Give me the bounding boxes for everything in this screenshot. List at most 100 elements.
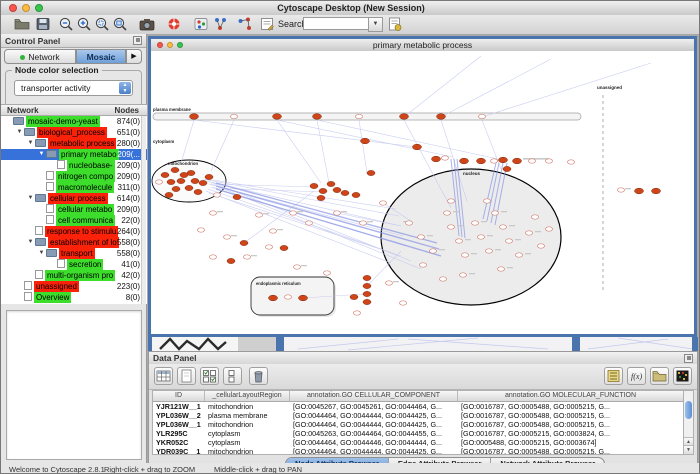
tree-expand-arrow-icon[interactable]: ▼: [26, 138, 35, 149]
zoom-in-icon[interactable]: [75, 16, 93, 32]
delete-attribute-icon[interactable]: [249, 367, 268, 385]
tree-row[interactable]: secretion 41(0): [1, 259, 147, 270]
open-file-icon[interactable]: [13, 16, 31, 32]
select-attributes-icon[interactable]: [200, 367, 219, 385]
window-titlebar: Cytoscape Desktop (New Session): [1, 1, 700, 16]
import-attributes-icon[interactable]: [650, 367, 669, 385]
tab-network[interactable]: Network: [4, 49, 76, 64]
layout-1-icon[interactable]: [212, 16, 230, 32]
plasma-membrane-label: plasma membrane: [153, 107, 191, 112]
network-tree-header: Network Nodes: [1, 104, 147, 116]
tree-row[interactable]: Overview 8(0): [1, 292, 147, 303]
cell-id: YPL036W__1: [153, 420, 205, 429]
tree-row[interactable]: ▼cellular process 614(0): [1, 193, 147, 204]
tree-row-node-count: 558(0): [117, 237, 140, 248]
help-icon[interactable]: [165, 16, 183, 32]
index-icon[interactable]: [386, 16, 404, 32]
birds-eye-view[interactable]: [6, 310, 142, 460]
tree-scrollbar[interactable]: [141, 116, 146, 304]
tab-mosaic[interactable]: Mosaic: [76, 49, 126, 64]
tree-row[interactable]: unassigned 223(0): [1, 281, 147, 292]
cytoplasm-label: cytoplasm: [153, 139, 174, 144]
table-row[interactable]: YJR121W__1 mitochondrion [GO:0045267, GO…: [153, 402, 686, 411]
tree-row-label: biological_process: [37, 127, 107, 138]
tree-row[interactable]: cell communica 22(0): [1, 215, 147, 226]
table-row[interactable]: YDR039C__1 mitochondrion [GO:0044464, GO…: [153, 447, 686, 455]
vizmapper-icon[interactable]: [192, 16, 210, 32]
table-scrollbar-thumb[interactable]: [685, 401, 692, 419]
formula-icon[interactable]: f(x): [627, 367, 646, 385]
tab-network-label: Network: [28, 52, 59, 62]
scroll-down-arrow[interactable]: ▼: [684, 445, 693, 454]
tree-row[interactable]: multi-organism pro 42(0): [1, 270, 147, 281]
new-attribute-icon[interactable]: [177, 367, 196, 385]
dropdown-stepper-icon: ▲▼: [119, 82, 131, 94]
table-row[interactable]: YPL036W__2 plasma membrane [GO:0044464, …: [153, 411, 686, 420]
table-scrollbar[interactable]: ▲ ▼: [683, 390, 694, 455]
control-panel-tabs: Network Mosaic ▶: [4, 49, 142, 64]
cell-region: cytoplasm: [205, 429, 290, 438]
annotation-icon[interactable]: [258, 16, 276, 32]
column-header-cellular-component: annotation.GO CELLULAR_COMPONENT: [290, 391, 458, 401]
tree-header-nodes: Nodes: [115, 106, 139, 115]
tree-row-node-count: 8(0): [126, 292, 140, 303]
tree-node-icon: [57, 160, 65, 169]
tree-row-node-count: 209(0): [117, 160, 140, 171]
tree-node-icon: [24, 281, 32, 290]
tree-node-icon: [46, 182, 54, 191]
table-row[interactable]: YLR295C cytoplasm [GO:0045263, GO:004446…: [153, 429, 686, 438]
tree-row[interactable]: ▼transport 558(0): [1, 248, 147, 259]
attribute-table-icon[interactable]: [154, 367, 173, 385]
tree-row[interactable]: mosaic-demo-yeast 874(0): [1, 116, 147, 127]
tree-row[interactable]: cellular metabo 209(0): [1, 204, 147, 215]
attribute-table[interactable]: ID _cellularLayoutRegion annotation.GO C…: [152, 390, 687, 455]
data-panel-float-icon[interactable]: [684, 354, 693, 363]
tree-row[interactable]: nitrogen compo 209(0): [1, 171, 147, 182]
tree-expand-arrow-icon[interactable]: ▼: [37, 149, 46, 160]
tree-node-icon: [24, 128, 35, 136]
attribute-list-icon[interactable]: [604, 367, 623, 385]
tree-node-icon: [13, 117, 24, 125]
tree-expand-arrow-icon[interactable]: ▼: [37, 248, 46, 259]
snapshot-icon[interactable]: [138, 16, 156, 32]
tree-row[interactable]: ▼biological_process 651(0): [1, 127, 147, 138]
table-row[interactable]: YKR052C cytoplasm [GO:0044464, GO:004444…: [153, 438, 686, 447]
tree-row[interactable]: ▼primary metabo 209(...: [1, 149, 147, 160]
attribute-table-header[interactable]: ID _cellularLayoutRegion annotation.GO C…: [153, 391, 686, 402]
tree-row-node-count: 209(0): [117, 204, 140, 215]
tree-row[interactable]: ▼establishment of lo 558(0): [1, 237, 147, 248]
tree-row-label: nucleobase-: [67, 160, 115, 171]
tree-row[interactable]: nucleobase- 209(0): [1, 160, 147, 171]
layout-2-icon[interactable]: [236, 16, 254, 32]
tree-row-label: multi-organism pro: [45, 270, 115, 281]
tree-expand-arrow-icon[interactable]: ▼: [26, 237, 35, 248]
cell-cellular-component: [GO:0044464, GO:0044446, GO:0044444, G..…: [290, 438, 458, 447]
tiled-windows-strip[interactable]: [148, 337, 698, 351]
tree-row-label: macromolecule: [56, 182, 114, 193]
unselect-attributes-icon[interactable]: [223, 367, 242, 385]
node-color-dropdown[interactable]: transporter activity ▲▼: [14, 80, 133, 96]
save-icon[interactable]: [34, 16, 52, 32]
control-panel-title: Control Panel: [5, 36, 60, 46]
tree-row[interactable]: macromolecule 311(0): [1, 182, 147, 193]
search-input[interactable]: [303, 17, 371, 30]
cell-cellular-component: [GO:0044464, GO:0044444, GO:0044425, G..…: [290, 420, 458, 429]
column-header-molecular-function: annotation.GO MOLECULAR_FUNCTION: [458, 391, 684, 401]
zoom-selected-icon[interactable]: [93, 16, 111, 32]
tree-expand-arrow-icon[interactable]: ▼: [26, 193, 35, 204]
zoom-fit-icon[interactable]: [111, 16, 129, 32]
zoom-out-icon[interactable]: [57, 16, 75, 32]
tree-expand-arrow-icon[interactable]: ▼: [15, 127, 24, 138]
matrix-view-icon[interactable]: [673, 367, 692, 385]
data-panel-title: Data Panel: [153, 353, 196, 363]
search-dropdown-icon[interactable]: ▼: [368, 17, 383, 32]
network-canvas[interactable]: unassigned plasma membrane cytoplasm mit…: [151, 51, 694, 334]
table-row[interactable]: YPL036W__1 mitochondrion [GO:0044464, GO…: [153, 420, 686, 429]
tree-row-label: Overview: [34, 292, 71, 303]
tab-overflow-arrow[interactable]: ▶: [126, 49, 142, 64]
tree-row-label: cell communica: [56, 215, 115, 226]
tree-row[interactable]: response to stimulu 264(0): [1, 226, 147, 237]
float-panel-icon[interactable]: [133, 36, 142, 45]
tree-row[interactable]: ▼metabolic process 280(0): [1, 138, 147, 149]
node-color-selection-label: Node color selection: [12, 65, 102, 75]
